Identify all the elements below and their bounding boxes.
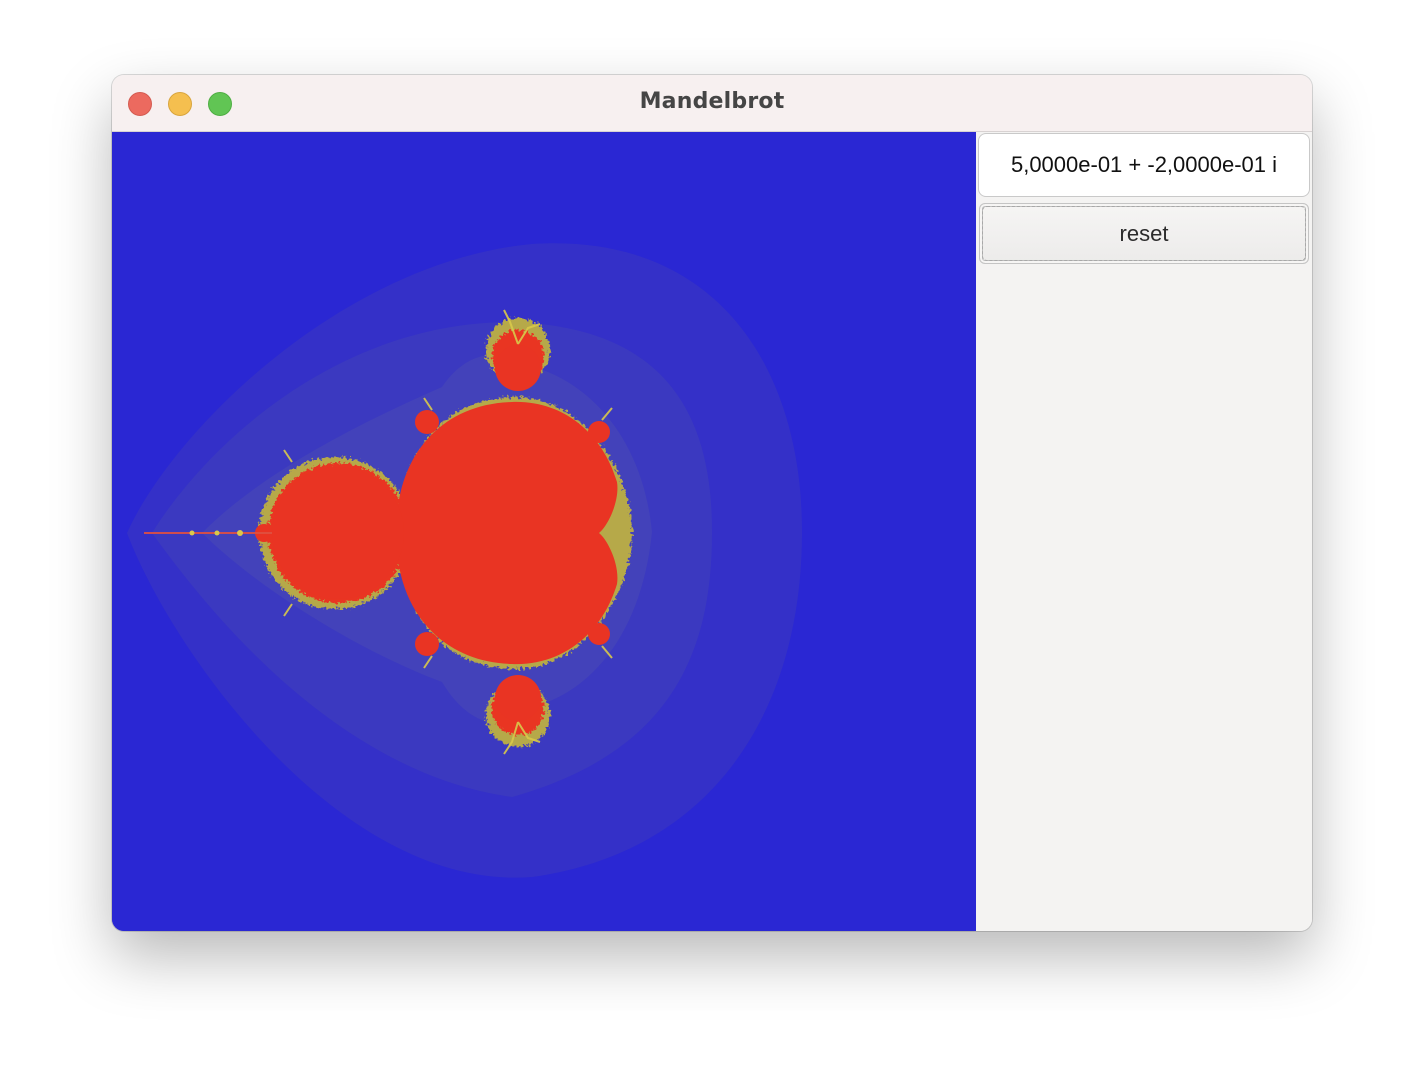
app-window: Mandelbrot 5,0000e-01 + -2,0000e-01 i re… bbox=[112, 75, 1312, 931]
reset-button[interactable]: reset bbox=[979, 203, 1309, 264]
window-title: Mandelbrot bbox=[639, 89, 785, 114]
complex-value-field[interactable] bbox=[978, 133, 1310, 197]
mandelbrot-fractal-image bbox=[112, 132, 976, 931]
title-bar: Mandelbrot bbox=[112, 75, 1312, 132]
mandelbrot-canvas[interactable] bbox=[112, 132, 976, 931]
control-panel: reset bbox=[976, 132, 1312, 931]
